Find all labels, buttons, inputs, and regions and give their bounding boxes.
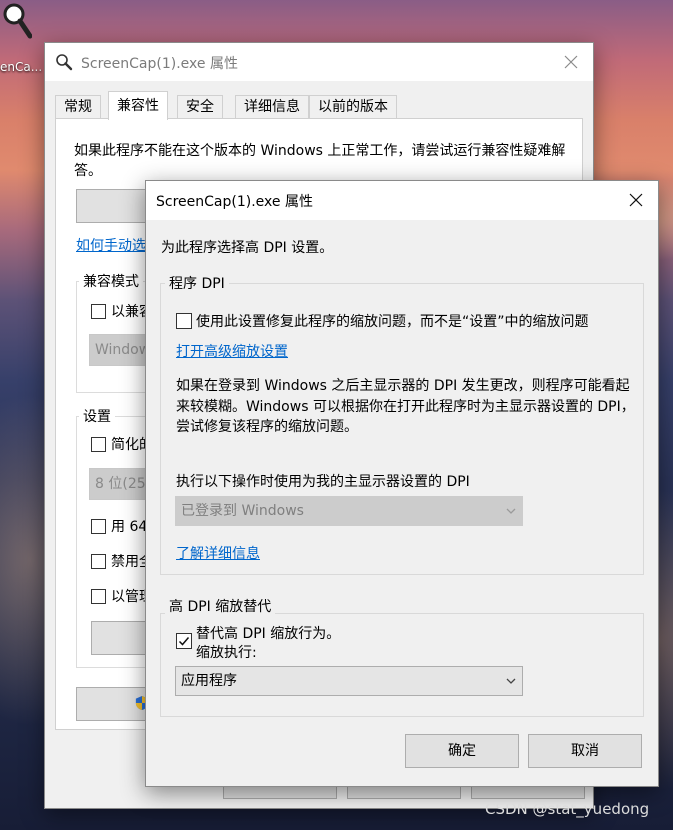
close-icon: [629, 193, 643, 207]
override-checkbox-label: 替代高 DPI 缩放行为。: [196, 626, 341, 642]
close-icon: [564, 55, 578, 69]
back-window-title: ScreenCap(1).exe 属性: [81, 56, 238, 72]
magnifier-icon: [56, 54, 73, 71]
desktop-app-icon[interactable]: enCa...: [0, 0, 48, 80]
program-dpi-label: 程序 DPI: [165, 273, 229, 293]
override-checkbox[interactable]: [176, 633, 192, 649]
magnifier-icon: [3, 3, 32, 39]
fix-scaling-checkbox[interactable]: [176, 313, 192, 329]
scaling-performed-select[interactable]: 应用程序: [175, 666, 523, 696]
ok-button[interactable]: 确定: [405, 734, 519, 768]
dialog-intro: 为此程序选择高 DPI 设置。: [161, 240, 334, 256]
chevron-down-icon: [506, 678, 516, 684]
checkmark-icon: [178, 637, 190, 646]
change-all-users-button[interactable]: [76, 687, 149, 721]
tab-security[interactable]: 安全: [177, 95, 223, 119]
dialog-title: ScreenCap(1).exe 属性: [156, 194, 313, 210]
scaling-performed-value: 应用程序: [181, 673, 237, 689]
compat-mode-label: 兼容模式: [79, 271, 143, 291]
high-dpi-settings-dialog: ScreenCap(1).exe 属性 为此程序选择高 DPI 设置。 程序 D…: [145, 180, 659, 787]
desktop-icon-label: enCa...: [0, 60, 43, 74]
settings-label: 设置: [79, 406, 115, 426]
reduced-color-checkbox[interactable]: [91, 437, 106, 452]
tab-general[interactable]: 常规: [55, 95, 101, 119]
fix-scaling-label: 使用此设置修复此程序的缩放问题，而不是“设置”中的缩放问题: [196, 314, 589, 330]
scaling-performed-label: 缩放执行:: [196, 645, 257, 661]
disable-fullscreen-opt-checkbox[interactable]: [91, 554, 106, 569]
dpi-timing-label: 执行以下操作时使用为我的主显示器设置的 DPI: [176, 474, 470, 490]
resolution-640-checkbox[interactable]: [91, 519, 106, 534]
dpi-timing-select[interactable]: 已登录到 Windows: [175, 496, 523, 526]
dialog-close-button[interactable]: [614, 181, 658, 219]
compat-mode-checkbox[interactable]: [91, 304, 106, 319]
manual-select-link[interactable]: 如何手动选: [76, 235, 146, 255]
dpi-explanation-text: 如果在登录到 Windows 之后主显示器的 DPI 发生更改，则程序可能看起来…: [176, 378, 635, 435]
cancel-button[interactable]: 取消: [528, 734, 642, 768]
learn-more-link[interactable]: 了解详细信息: [176, 543, 260, 563]
chevron-down-icon: [506, 508, 516, 514]
dialog-titlebar[interactable]: ScreenCap(1).exe 属性: [146, 181, 658, 220]
tab-compatibility[interactable]: 兼容性: [108, 91, 168, 120]
back-close-button[interactable]: [549, 43, 593, 81]
dpi-timing-value: 已登录到 Windows: [181, 503, 304, 519]
tab-details[interactable]: 详细信息: [235, 95, 309, 119]
advanced-scaling-link[interactable]: 打开高级缩放设置: [176, 341, 288, 361]
back-titlebar[interactable]: ScreenCap(1).exe 属性: [45, 43, 593, 81]
run-as-admin-checkbox[interactable]: [91, 589, 106, 604]
tab-previous-versions[interactable]: 以前的版本: [309, 95, 397, 119]
resolution-640-label: 用 64: [111, 519, 148, 535]
override-label: 高 DPI 缩放替代: [165, 596, 276, 616]
csdn-watermark: CSDN @stat_yuedong: [485, 800, 650, 818]
compat-intro-text: 如果此程序不能在这个版本的 Windows 上正常工作，请尝试运行兼容性疑难解答…: [74, 143, 566, 179]
